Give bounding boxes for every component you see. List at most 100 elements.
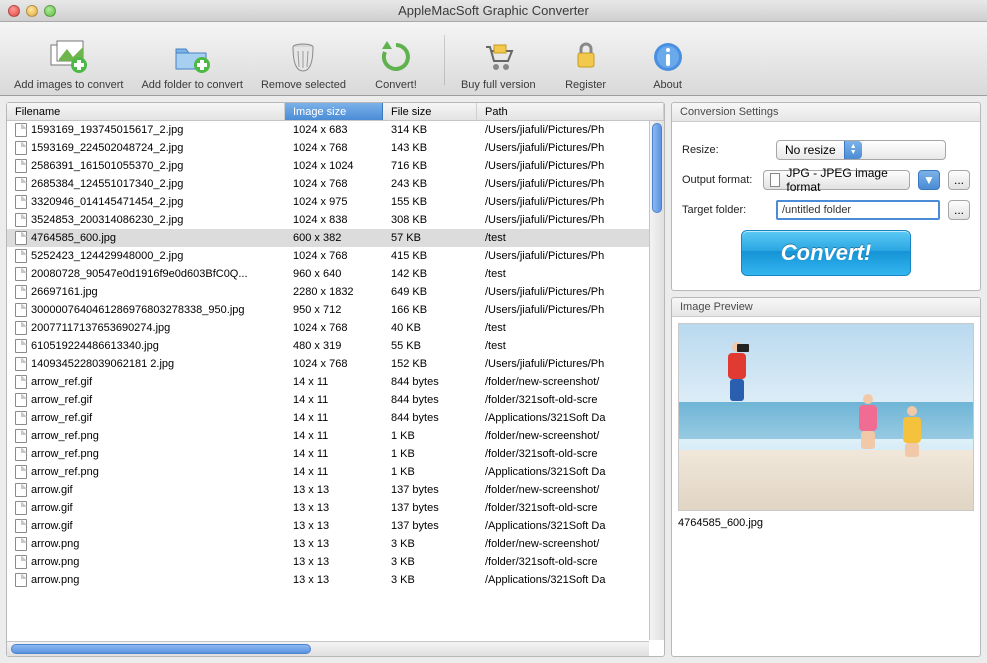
horizontal-scroll-thumb[interactable] — [11, 644, 311, 654]
cell-file-size: 137 bytes — [383, 517, 477, 535]
horizontal-scrollbar[interactable] — [7, 641, 649, 656]
file-icon — [15, 249, 27, 263]
table-row[interactable]: arrow.png13 x 133 KB/folder/321soft-old-… — [7, 553, 664, 571]
cell-filename: 2685384_124551017340_2.jpg — [31, 175, 183, 193]
file-icon — [15, 483, 27, 497]
resize-label: Resize: — [682, 144, 768, 156]
resize-select[interactable]: No resize ▲▼ — [776, 140, 946, 160]
cell-file-size: 844 bytes — [383, 409, 477, 427]
cell-image-size: 1024 x 838 — [285, 211, 383, 229]
convert-button[interactable]: Convert! — [741, 230, 911, 276]
file-icon — [15, 213, 27, 227]
table-row[interactable]: 20080728_90547e0d1916f9e0d603BfC0Q...960… — [7, 265, 664, 283]
cell-filename: 20077117137653690274.jpg — [31, 319, 170, 337]
file-icon — [15, 285, 27, 299]
column-header-path[interactable]: Path — [477, 103, 664, 120]
file-icon — [15, 195, 27, 209]
table-row[interactable]: arrow.png13 x 133 KB/Applications/321Sof… — [7, 571, 664, 589]
file-icon — [15, 321, 27, 335]
zoom-window-button[interactable] — [44, 5, 56, 17]
table-row[interactable]: 2685384_124551017340_2.jpg1024 x 768243 … — [7, 175, 664, 193]
table-row[interactable]: 1409345228039062181 2.jpg1024 x 768152 K… — [7, 355, 664, 373]
remove-selected-label: Remove selected — [261, 79, 346, 91]
cell-file-size: 143 KB — [383, 139, 477, 157]
buy-button[interactable]: Buy full version — [453, 27, 544, 93]
cell-path: /folder/new-screenshot/ — [477, 373, 664, 391]
table-row[interactable]: arrow_ref.gif14 x 11844 bytes/folder/new… — [7, 373, 664, 391]
table-row[interactable]: arrow_ref.gif14 x 11844 bytes/folder/321… — [7, 391, 664, 409]
cell-path: /Users/jiafuli/Pictures/Ph — [477, 355, 664, 373]
vertical-scroll-thumb[interactable] — [652, 123, 662, 213]
cell-image-size: 14 x 11 — [285, 463, 383, 481]
cell-image-size: 13 x 13 — [285, 571, 383, 589]
cell-filename: arrow_ref.gif — [31, 409, 92, 427]
remove-selected-button[interactable]: Remove selected — [253, 27, 354, 93]
output-format-dropdown-button[interactable]: ▼ — [918, 170, 940, 190]
table-row[interactable]: arrow_ref.png14 x 111 KB/Applications/32… — [7, 463, 664, 481]
table-row[interactable]: 20077117137653690274.jpg1024 x 76840 KB/… — [7, 319, 664, 337]
table-row[interactable]: 3524853_200314086230_2.jpg1024 x 838308 … — [7, 211, 664, 229]
close-window-button[interactable] — [8, 5, 20, 17]
table-row[interactable]: 1593169_224502048724_2.jpg1024 x 768143 … — [7, 139, 664, 157]
file-icon — [15, 573, 27, 587]
cell-filename: arrow_ref.png — [31, 445, 99, 463]
preview-filename: 4764585_600.jpg — [678, 517, 974, 529]
table-row[interactable]: arrow.gif13 x 13137 bytes/folder/321soft… — [7, 499, 664, 517]
table-row[interactable]: arrow.gif13 x 13137 bytes/folder/new-scr… — [7, 481, 664, 499]
table-row[interactable]: arrow.gif13 x 13137 bytes/Applications/3… — [7, 517, 664, 535]
cell-file-size: 137 bytes — [383, 481, 477, 499]
register-button[interactable]: Register — [546, 27, 626, 93]
cell-file-size: 1 KB — [383, 427, 477, 445]
minimize-window-button[interactable] — [26, 5, 38, 17]
cell-path: /Users/jiafuli/Pictures/Ph — [477, 193, 664, 211]
cell-file-size: 415 KB — [383, 247, 477, 265]
cell-path: /Users/jiafuli/Pictures/Ph — [477, 283, 664, 301]
target-folder-browse-button[interactable]: ... — [948, 200, 970, 220]
toolbar: Add images to convert Add folder to conv… — [0, 22, 987, 96]
add-folder-icon — [172, 37, 212, 77]
file-icon — [15, 393, 27, 407]
cell-path: /Users/jiafuli/Pictures/Ph — [477, 301, 664, 319]
cell-file-size: 57 KB — [383, 229, 477, 247]
toolbar-convert-button[interactable]: Convert! — [356, 27, 436, 93]
table-row[interactable]: 1593169_193745015617_2.jpg1024 x 683314 … — [7, 121, 664, 139]
conversion-settings-pane: Conversion Settings Resize: No resize ▲▼… — [671, 102, 981, 291]
output-format-label: Output format: — [682, 174, 755, 186]
cell-filename: 3320946_014145471454_2.jpg — [31, 193, 183, 211]
conversion-settings-title: Conversion Settings — [672, 103, 980, 122]
table-row[interactable]: 4764585_600.jpg600 x 38257 KB/test — [7, 229, 664, 247]
cell-file-size: 844 bytes — [383, 391, 477, 409]
target-folder-input[interactable] — [776, 200, 940, 220]
column-header-file-size[interactable]: File size — [383, 103, 477, 120]
cell-path: /Users/jiafuli/Pictures/Ph — [477, 157, 664, 175]
table-row[interactable]: 26697161.jpg2280 x 1832649 KB/Users/jiaf… — [7, 283, 664, 301]
add-images-button[interactable]: Add images to convert — [6, 27, 131, 93]
table-row[interactable]: 5252423_124429948000_2.jpg1024 x 768415 … — [7, 247, 664, 265]
cell-image-size: 600 x 382 — [285, 229, 383, 247]
cell-image-size: 1024 x 768 — [285, 247, 383, 265]
about-button[interactable]: About — [628, 27, 708, 93]
column-header-filename[interactable]: Filename — [7, 103, 285, 120]
cell-filename: arrow.gif — [31, 481, 73, 499]
add-folder-button[interactable]: Add folder to convert — [133, 27, 251, 93]
output-format-browse-button[interactable]: ... — [948, 170, 970, 190]
table-row[interactable]: arrow_ref.gif14 x 11844 bytes/Applicatio… — [7, 409, 664, 427]
cell-image-size: 14 x 11 — [285, 373, 383, 391]
cart-icon — [478, 37, 518, 77]
cell-file-size: 716 KB — [383, 157, 477, 175]
table-row[interactable]: 3320946_014145471454_2.jpg1024 x 975155 … — [7, 193, 664, 211]
info-icon — [648, 37, 688, 77]
column-header-image-size[interactable]: Image size — [285, 103, 383, 120]
cell-path: /folder/321soft-old-scre — [477, 391, 664, 409]
cell-path: /Applications/321Soft Da — [477, 463, 664, 481]
table-row[interactable]: arrow.png13 x 133 KB/folder/new-screensh… — [7, 535, 664, 553]
about-label: About — [653, 79, 682, 91]
table-row[interactable]: 610519224486613340.jpg480 x 31955 KB/tes… — [7, 337, 664, 355]
table-row[interactable]: 2586391_161501055370_2.jpg1024 x 1024716… — [7, 157, 664, 175]
table-row[interactable]: 3000007640461286976803278338_950.jpg950 … — [7, 301, 664, 319]
cell-filename: 3524853_200314086230_2.jpg — [31, 211, 183, 229]
cell-path: /Users/jiafuli/Pictures/Ph — [477, 139, 664, 157]
table-row[interactable]: arrow_ref.png14 x 111 KB/folder/321soft-… — [7, 445, 664, 463]
vertical-scrollbar[interactable] — [649, 121, 664, 640]
table-row[interactable]: arrow_ref.png14 x 111 KB/folder/new-scre… — [7, 427, 664, 445]
